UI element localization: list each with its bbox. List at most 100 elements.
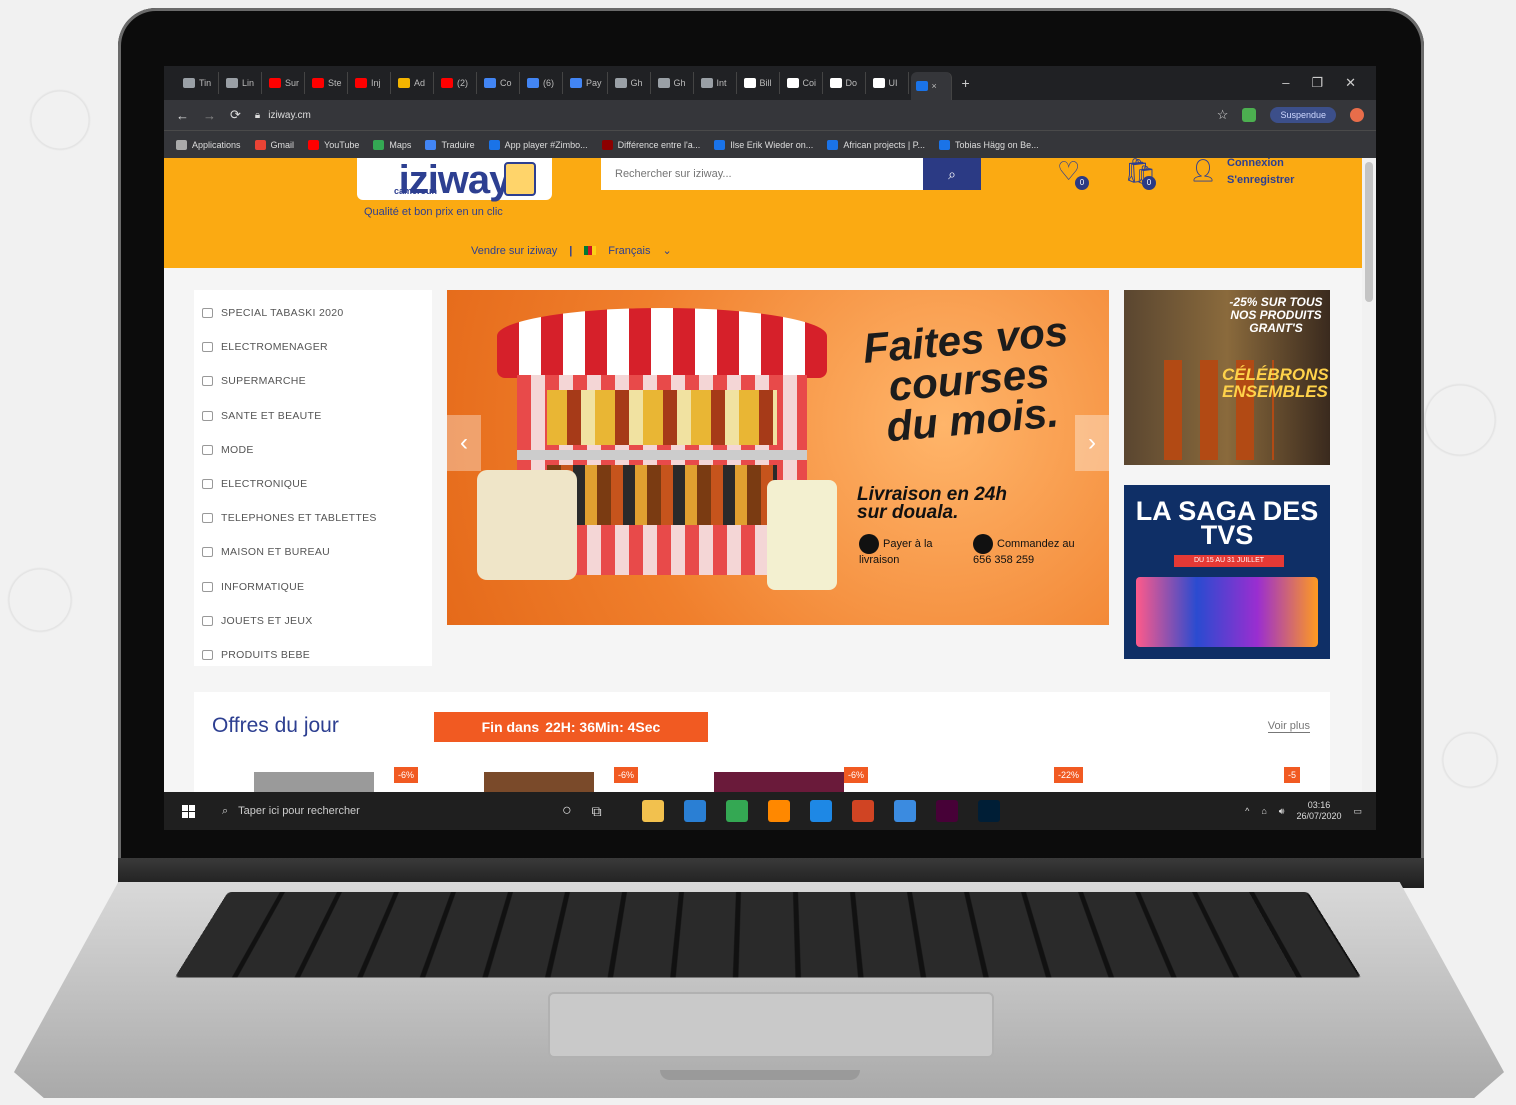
taskbar-search[interactable]: ⌕ Taper ici pour rechercher xyxy=(212,792,542,830)
bookmark-star-icon[interactable]: ☆ xyxy=(1217,107,1229,123)
chevron-down-icon[interactable]: ⌄ xyxy=(662,244,671,257)
product-thumb-sofa[interactable] xyxy=(254,772,374,792)
extension-icon[interactable] xyxy=(1242,108,1256,122)
category-label: SPECIAL TABASKI 2020 xyxy=(221,307,344,319)
address-bar[interactable]: 🔒︎ iziway.cm xyxy=(255,110,311,121)
bookmark-item[interactable]: Différence entre l'a... xyxy=(602,140,701,150)
photoshop-icon[interactable] xyxy=(978,800,1000,822)
sidebar-category-item[interactable]: JOUETS ET JEUX xyxy=(194,604,432,638)
tray-chevron-icon[interactable]: ^ xyxy=(1245,806,1249,816)
discount-badge: -6% xyxy=(844,767,868,783)
carousel-next-button[interactable]: › xyxy=(1075,415,1109,471)
ad1-promo-text: -25% SUR TOUS NOS PRODUITS GRANT'S xyxy=(1224,296,1328,335)
sidebar-category-item[interactable]: SUPERMARCHE xyxy=(194,364,432,398)
search-button[interactable]: ⌕ xyxy=(923,158,981,190)
network-icon[interactable]: ⌂ xyxy=(1261,806,1266,816)
photos-icon[interactable] xyxy=(894,800,916,822)
promo-ad-grants[interactable]: -25% SUR TOUS NOS PRODUITS GRANT'S CÉLÉB… xyxy=(1124,290,1330,465)
sidebar-category-item[interactable]: MAISON ET BUREAU xyxy=(194,535,432,569)
bookmark-item[interactable]: African projects | P... xyxy=(827,140,925,150)
chrome-icon[interactable] xyxy=(726,800,748,822)
sidebar-category-item[interactable]: TELEPHONES ET TABLETTES xyxy=(194,501,432,535)
browser-tab[interactable]: Coi xyxy=(782,72,823,94)
browser-tab[interactable]: Ad xyxy=(393,72,434,94)
profile-avatar-icon[interactable] xyxy=(1350,108,1364,122)
language-selector[interactable]: Français xyxy=(608,245,650,257)
browser-tab[interactable]: (2) xyxy=(436,72,477,94)
mail-icon[interactable] xyxy=(684,800,706,822)
tab-close-button[interactable]: × xyxy=(932,81,937,91)
browser-tab[interactable]: Sur xyxy=(264,72,305,94)
product-thumb-cushions[interactable] xyxy=(714,772,844,792)
browser-tab[interactable]: Bill xyxy=(739,72,780,94)
browser-tab[interactable]: Ste xyxy=(307,72,348,94)
bookmark-item[interactable]: Maps xyxy=(373,140,411,150)
carousel-prev-button[interactable]: ‹ xyxy=(447,415,481,471)
clock[interactable]: 03:16 26/07/2020 xyxy=(1296,800,1341,822)
file-explorer-icon[interactable] xyxy=(642,800,664,822)
bookmark-item[interactable]: Traduire xyxy=(425,140,474,150)
sidebar-category-item[interactable]: ELECTRONIQUE xyxy=(194,467,432,501)
close-window-button[interactable]: ✕ xyxy=(1345,75,1356,91)
browser-tab[interactable]: Gh xyxy=(610,72,651,94)
tab-label: Co xyxy=(500,78,512,88)
header-subnav: Vendre sur iziway | Français ⌄ xyxy=(471,244,672,257)
browser-tab[interactable]: Tin xyxy=(178,72,219,94)
new-tab-button[interactable]: + xyxy=(954,75,978,91)
category-icon xyxy=(202,445,213,455)
browser-tab[interactable]: Co xyxy=(479,72,520,94)
bookmark-favicon-icon xyxy=(255,140,266,150)
login-link[interactable]: Connexion xyxy=(1227,158,1294,172)
bookmark-item[interactable]: Tobias Hägg on Be... xyxy=(939,140,1039,150)
cortana-icon[interactable]: ○ xyxy=(562,802,572,820)
sidebar-category-item[interactable]: INFORMATIQUE xyxy=(194,570,432,604)
browser-tab[interactable]: Do xyxy=(825,72,866,94)
category-label: SANTE ET BEAUTE xyxy=(221,410,322,422)
notification-icon[interactable]: ▭ xyxy=(1353,806,1362,817)
minimize-button[interactable]: – xyxy=(1282,75,1289,91)
wishlist-heart-icon[interactable]: ♡ 0 xyxy=(1057,158,1087,188)
register-link[interactable]: S'enregistrer xyxy=(1227,172,1294,189)
tab-favicon-icon xyxy=(183,78,195,88)
maximize-button[interactable]: ❐ xyxy=(1311,75,1323,91)
promo-ad-tvs[interactable]: LA SAGA DES TVS DU 15 AU 31 JUILLET xyxy=(1124,485,1330,659)
bookmark-item[interactable]: App player #Zimbo... xyxy=(489,140,588,150)
browser-tab[interactable]: UI xyxy=(868,72,909,94)
sidebar-category-item[interactable]: SPECIAL TABASKI 2020 xyxy=(194,296,432,330)
hero-banner[interactable]: Faites vos courses du mois. Livraison en… xyxy=(447,290,1109,625)
powerpoint-icon[interactable] xyxy=(852,800,874,822)
edge-icon[interactable] xyxy=(810,800,832,822)
forward-arrow-icon[interactable]: → xyxy=(203,108,216,123)
browser-tab-active[interactable]: × xyxy=(911,72,952,100)
browser-tab[interactable]: Pay xyxy=(565,72,608,94)
cart-icon[interactable]: 🛍︎ 0 xyxy=(1124,158,1154,188)
browser-tab[interactable]: Gh xyxy=(653,72,694,94)
tab-favicon-icon xyxy=(916,81,928,91)
browser-tab[interactable]: Int xyxy=(696,72,737,94)
search-input[interactable] xyxy=(601,158,923,190)
sidebar-category-item[interactable]: PRODUITS BEBE xyxy=(194,638,432,672)
product-thumb-furniture[interactable] xyxy=(484,772,594,792)
browser-tab[interactable]: Lin xyxy=(221,72,262,94)
page-scrollbar-thumb[interactable] xyxy=(1365,162,1373,302)
see-more-link[interactable]: Voir plus xyxy=(1268,720,1310,733)
back-arrow-icon[interactable]: ← xyxy=(176,108,189,123)
volume-icon[interactable]: 🔊︎ xyxy=(1279,806,1285,817)
bookmark-item[interactable]: Gmail xyxy=(255,140,295,150)
vlc-icon[interactable] xyxy=(768,800,790,822)
profile-status-button[interactable]: Suspendue xyxy=(1270,107,1336,123)
adobe-xd-icon[interactable] xyxy=(936,800,958,822)
bookmark-item[interactable]: YouTube xyxy=(308,140,359,150)
reload-icon[interactable]: ⟳ xyxy=(230,107,241,123)
sell-link[interactable]: Vendre sur iziway xyxy=(471,245,557,257)
start-button[interactable] xyxy=(164,805,212,818)
sidebar-category-item[interactable]: SANTE ET BEAUTE xyxy=(194,399,432,433)
browser-tab[interactable]: (6) xyxy=(522,72,563,94)
bookmark-item[interactable]: Ilse Erik Wieder on... xyxy=(714,140,813,150)
bookmark-item[interactable]: Applications xyxy=(176,140,241,150)
sidebar-category-item[interactable]: MODE xyxy=(194,433,432,467)
bookmark-favicon-icon xyxy=(373,140,384,150)
task-view-icon[interactable]: ⧉ xyxy=(592,803,602,820)
browser-tab[interactable]: Inj xyxy=(350,72,391,94)
sidebar-category-item[interactable]: ELECTROMENAGER xyxy=(194,330,432,364)
